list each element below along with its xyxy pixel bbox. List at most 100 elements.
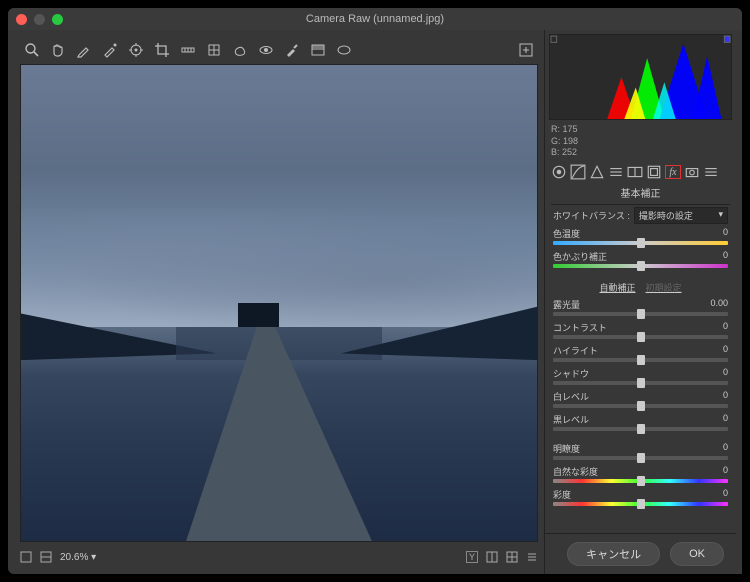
tab-hsl-icon[interactable]: [608, 165, 624, 179]
white-thumb[interactable]: [637, 401, 645, 411]
saturation-slider: 彩度 0: [545, 487, 736, 510]
exposure-slider: 露光量 0.00: [545, 297, 736, 320]
saturation-value[interactable]: 0: [723, 488, 728, 501]
white-slider: 白レベル0: [545, 389, 736, 412]
transform-tool-icon[interactable]: [206, 42, 222, 58]
saturation-label: 彩度: [553, 488, 571, 501]
auto-row: 自動補正 初期設定: [545, 278, 736, 297]
vibrance-track[interactable]: [553, 479, 728, 483]
black-slider: 黒レベル0: [545, 412, 736, 435]
exposure-track[interactable]: [553, 312, 728, 316]
white-track[interactable]: [553, 404, 728, 408]
tint-label: 色かぶり補正: [553, 250, 607, 263]
clarity-slider: 明瞭度 0: [545, 441, 736, 464]
vibrance-slider: 自然な彩度 0: [545, 464, 736, 487]
highlight-track[interactable]: [553, 358, 728, 362]
app-window: Camera Raw (unnamed.jpg): [8, 8, 742, 574]
rgb-readout: R: 175 G: 198 B: 252: [545, 122, 736, 161]
contrast-slider: コントラスト 0: [545, 320, 736, 343]
tint-value[interactable]: 0: [723, 250, 728, 263]
window-title: Camera Raw (unnamed.jpg): [8, 13, 742, 25]
tab-split-icon[interactable]: [627, 165, 643, 179]
contrast-thumb[interactable]: [637, 332, 645, 342]
main-area: 20.6% ▾ Y: [8, 30, 544, 574]
temperature-track[interactable]: [553, 241, 728, 245]
straighten-tool-icon[interactable]: [180, 42, 196, 58]
zoom-value[interactable]: 20.6% ▾: [60, 552, 96, 563]
shadow-value[interactable]: 0: [723, 367, 728, 380]
top-toolbar: [20, 36, 538, 64]
default-button[interactable]: 初期設定: [646, 281, 682, 294]
preset-save-icon[interactable]: [518, 42, 534, 58]
temperature-value[interactable]: 0: [723, 227, 728, 240]
clarity-thumb[interactable]: [637, 453, 645, 463]
tab-lens-icon[interactable]: [646, 165, 662, 179]
clarity-label: 明瞭度: [553, 442, 580, 455]
highlight-value[interactable]: 0: [723, 344, 728, 357]
exposure-thumb[interactable]: [637, 309, 645, 319]
red-eye-tool-icon[interactable]: [258, 42, 274, 58]
auto-button[interactable]: 自動補正: [599, 281, 635, 294]
tab-calibration-icon[interactable]: [684, 165, 700, 179]
image-preview[interactable]: [20, 64, 538, 542]
exposure-label: 露光量: [553, 298, 580, 311]
menu-icon[interactable]: [526, 551, 538, 563]
shadow-slider: シャドウ0: [545, 366, 736, 389]
white-balance-tool-icon[interactable]: [76, 42, 92, 58]
contrast-track[interactable]: [553, 335, 728, 339]
titlebar: Camera Raw (unnamed.jpg): [8, 8, 742, 30]
saturation-thumb[interactable]: [637, 499, 645, 509]
adjustment-brush-tool-icon[interactable]: [284, 42, 300, 58]
bottom-bar: 20.6% ▾ Y: [20, 542, 538, 568]
color-sampler-tool-icon[interactable]: [102, 42, 118, 58]
black-value[interactable]: 0: [723, 413, 728, 426]
highlight-label: ハイライト: [553, 344, 598, 357]
histogram[interactable]: [549, 34, 732, 120]
temperature-slider: 色温度 0: [545, 226, 736, 249]
tab-presets-icon[interactable]: [703, 165, 719, 179]
spot-removal-tool-icon[interactable]: [232, 42, 248, 58]
view-mode-icon[interactable]: [20, 551, 32, 563]
clarity-value[interactable]: 0: [723, 442, 728, 455]
white-balance-label: ホワイトバランス :: [553, 209, 630, 222]
zoom-tool-icon[interactable]: [24, 42, 40, 58]
highlight-thumb[interactable]: [637, 355, 645, 365]
shadow-track[interactable]: [553, 381, 728, 385]
white-value[interactable]: 0: [723, 390, 728, 403]
vibrance-thumb[interactable]: [637, 476, 645, 486]
white-balance-row: ホワイトバランス : 撮影時の設定 ▾: [545, 205, 736, 226]
zoom-fit-icon[interactable]: [40, 551, 52, 563]
vibrance-label: 自然な彩度: [553, 465, 598, 478]
black-thumb[interactable]: [637, 424, 645, 434]
before-after-y-icon[interactable]: Y: [466, 551, 478, 563]
clarity-track[interactable]: [553, 456, 728, 460]
side-panel: R: 175 G: 198 B: 252 fx 基本補正 ホワイトバランス : …: [544, 30, 742, 574]
saturation-track[interactable]: [553, 502, 728, 506]
temperature-label: 色温度: [553, 227, 580, 240]
footer-buttons: キャンセル OK: [545, 533, 736, 574]
vibrance-value[interactable]: 0: [723, 465, 728, 478]
tab-basic-icon[interactable]: [551, 165, 567, 179]
contrast-label: コントラスト: [553, 321, 607, 334]
cancel-button[interactable]: キャンセル: [567, 542, 660, 566]
tab-detail-icon[interactable]: [589, 165, 605, 179]
tint-thumb[interactable]: [637, 261, 645, 271]
targeted-adjustment-tool-icon[interactable]: [128, 42, 144, 58]
temperature-thumb[interactable]: [637, 238, 645, 248]
before-after-split-icon[interactable]: [486, 551, 498, 563]
tint-track[interactable]: [553, 264, 728, 268]
ok-button[interactable]: OK: [670, 542, 724, 566]
crop-tool-icon[interactable]: [154, 42, 170, 58]
tab-fx-icon[interactable]: fx: [665, 165, 681, 179]
white-balance-select[interactable]: 撮影時の設定 ▾: [634, 207, 728, 224]
graduated-filter-tool-icon[interactable]: [310, 42, 326, 58]
tab-curve-icon[interactable]: [570, 165, 586, 179]
before-after-grid-icon[interactable]: [506, 551, 518, 563]
contrast-value[interactable]: 0: [723, 321, 728, 334]
content: 20.6% ▾ Y: [8, 30, 742, 574]
hand-tool-icon[interactable]: [50, 42, 66, 58]
radial-filter-tool-icon[interactable]: [336, 42, 352, 58]
exposure-value[interactable]: 0.00: [710, 298, 728, 311]
shadow-thumb[interactable]: [637, 378, 645, 388]
black-track[interactable]: [553, 427, 728, 431]
